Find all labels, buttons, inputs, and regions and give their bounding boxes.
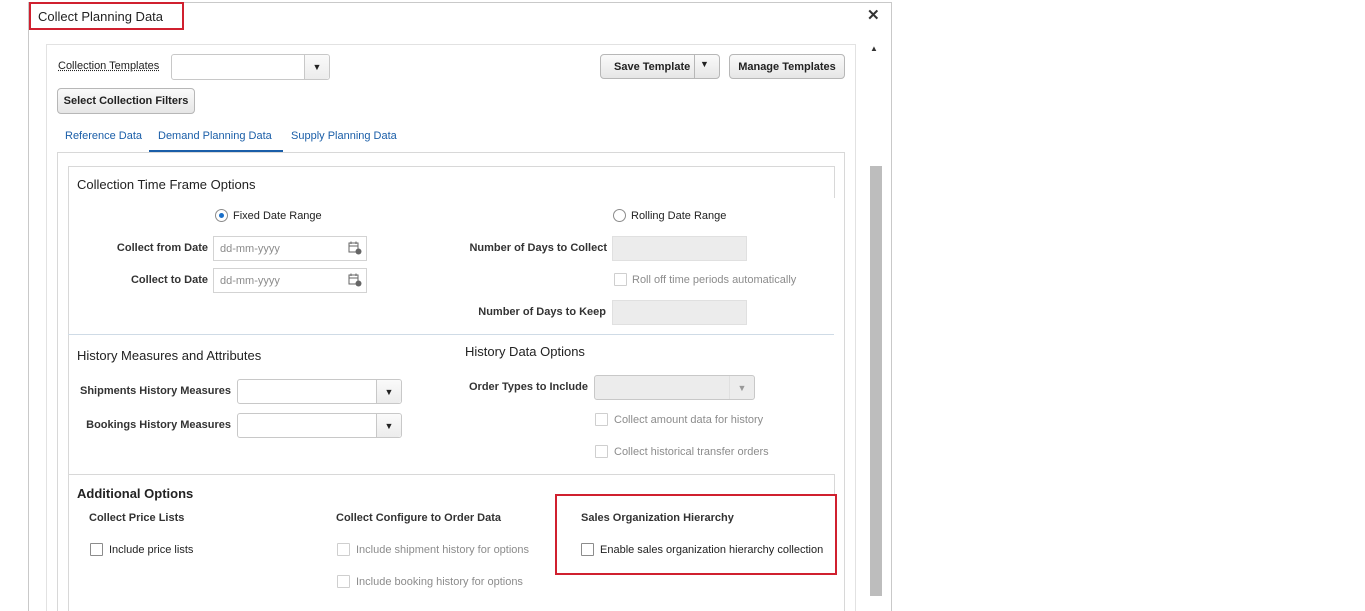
fixed-date-range-radio[interactable]: [215, 209, 228, 222]
collection-templates-label: Collection Templates: [58, 60, 160, 72]
include-price-lists-checkbox[interactable]: [90, 543, 103, 556]
collect-from-date-placeholder: dd-mm-yyyy: [220, 242, 280, 255]
tab-reference-data[interactable]: Reference Data: [65, 130, 142, 142]
tab-supply-planning-data[interactable]: Supply Planning Data: [291, 130, 397, 142]
include-price-lists-label: Include price lists: [109, 544, 194, 556]
section-left-border: [68, 166, 69, 611]
days-to-collect-input[interactable]: [612, 236, 747, 261]
additional-options-title: Additional Options: [77, 486, 194, 501]
shipments-history-label: Shipments History Measures: [80, 385, 231, 397]
collect-to-date-input[interactable]: dd-mm-yyyy: [213, 268, 367, 293]
bookings-history-select[interactable]: ▼: [237, 413, 402, 438]
history-measures-title: History Measures and Attributes: [77, 348, 262, 363]
tab-content-right-border: [844, 152, 845, 611]
section-divider: [68, 474, 834, 475]
history-data-options-title: History Data Options: [465, 344, 585, 359]
section-top-border: [68, 166, 834, 167]
cto-title: Collect Configure to Order Data: [336, 512, 502, 524]
time-frame-title: Collection Time Frame Options: [77, 177, 256, 192]
save-template-menu-icon[interactable]: ▼: [700, 59, 709, 69]
chevron-down-icon[interactable]: ▼: [376, 414, 401, 437]
sales-hierarchy-title: Sales Organization Hierarchy: [581, 512, 734, 524]
section-right-border: [834, 166, 835, 198]
bookings-history-label: Bookings History Measures: [86, 419, 231, 431]
fixed-date-range-label: Fixed Date Range: [233, 210, 322, 222]
sales-hierarchy-checkbox[interactable]: [581, 543, 594, 556]
rolling-date-range-label: Rolling Date Range: [631, 210, 727, 222]
order-types-label: Order Types to Include: [469, 381, 588, 393]
close-icon[interactable]: ✕: [867, 8, 880, 24]
shipments-history-select[interactable]: ▼: [237, 379, 402, 404]
roll-off-checkbox[interactable]: [614, 273, 627, 286]
transfer-orders-label: Collect historical transfer orders: [614, 446, 769, 458]
collection-templates-select[interactable]: ▼: [171, 54, 330, 80]
collect-to-date-label: Collect to Date: [130, 274, 208, 286]
collect-from-date-input[interactable]: dd-mm-yyyy: [213, 236, 367, 261]
amount-data-label: Collect amount data for history: [614, 414, 764, 426]
section-divider: [68, 334, 834, 335]
dialog-title: Collect Planning Data: [38, 9, 164, 24]
collect-to-date-placeholder: dd-mm-yyyy: [220, 274, 280, 287]
collect-from-date-label: Collect from Date: [116, 242, 208, 254]
amount-data-checkbox[interactable]: [595, 413, 608, 426]
days-to-keep-label: Number of Days to Keep: [478, 306, 606, 318]
transfer-orders-checkbox[interactable]: [595, 445, 608, 458]
days-to-keep-input[interactable]: [612, 300, 747, 325]
price-lists-title: Collect Price Lists: [89, 512, 185, 524]
chevron-down-icon[interactable]: ▼: [304, 55, 329, 79]
roll-off-label: Roll off time periods automatically: [632, 274, 797, 286]
order-types-select[interactable]: ▼: [594, 375, 755, 400]
calendar-icon[interactable]: [348, 241, 362, 255]
manage-templates-button[interactable]: Manage Templates: [729, 54, 845, 79]
cto-booking-checkbox[interactable]: [337, 575, 350, 588]
cto-booking-label: Include booking history for options: [356, 576, 523, 588]
sales-hierarchy-highlight: [555, 494, 837, 575]
days-to-collect-label: Number of Days to Collect: [469, 242, 607, 254]
cto-shipment-label: Include shipment history for options: [356, 544, 530, 556]
sales-hierarchy-label: Enable sales organization hierarchy coll…: [600, 544, 824, 556]
chevron-down-icon[interactable]: ▼: [729, 376, 754, 399]
chevron-down-icon[interactable]: ▼: [376, 380, 401, 403]
save-template-label: Save Template: [614, 60, 691, 73]
select-collection-filters-button[interactable]: Select Collection Filters: [57, 88, 195, 114]
tab-demand-planning-data[interactable]: Demand Planning Data: [158, 130, 272, 142]
scrollbar-thumb[interactable]: [870, 166, 882, 596]
manage-templates-label: Manage Templates: [738, 60, 836, 73]
tab-content-top-border: [57, 152, 845, 153]
rolling-date-range-radio[interactable]: [613, 209, 626, 222]
tab-content-left-border: [57, 152, 58, 611]
calendar-icon[interactable]: [348, 273, 362, 287]
split-divider: [694, 55, 695, 78]
section-right-border: [834, 474, 835, 494]
cto-shipment-checkbox[interactable]: [337, 543, 350, 556]
scroll-up-icon[interactable]: ▲: [870, 44, 878, 53]
select-collection-filters-label: Select Collection Filters: [63, 95, 189, 107]
